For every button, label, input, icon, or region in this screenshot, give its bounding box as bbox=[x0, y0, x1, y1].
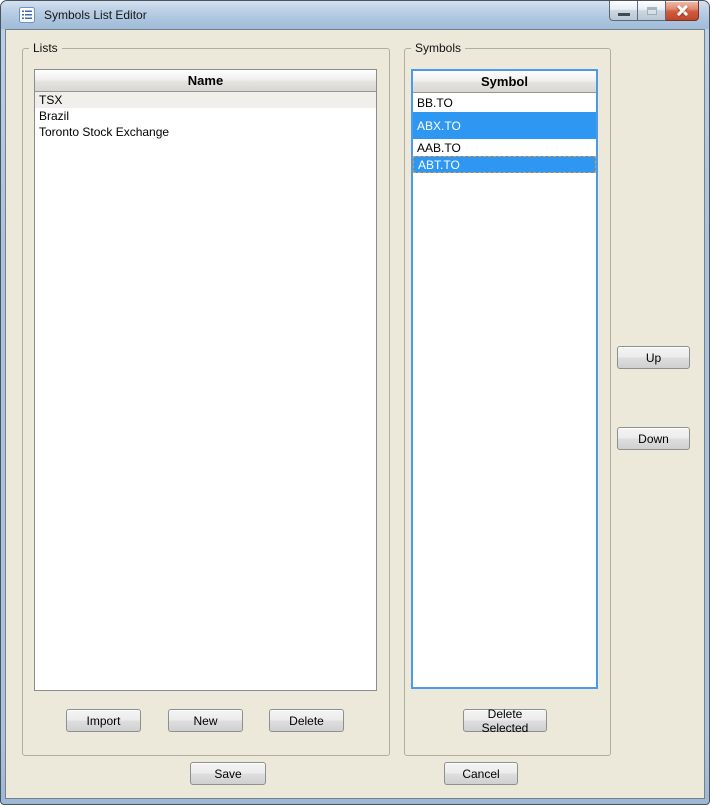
cancel-button[interactable]: Cancel bbox=[444, 762, 518, 785]
minimize-icon bbox=[618, 13, 630, 16]
symbol-row-selected[interactable]: ABX.TO bbox=[413, 112, 596, 139]
lists-group-label: Lists bbox=[29, 41, 62, 56]
symbol-row[interactable]: AAB.TO bbox=[413, 139, 596, 156]
import-button[interactable]: Import bbox=[66, 709, 141, 732]
minimize-button[interactable] bbox=[609, 1, 638, 21]
save-button[interactable]: Save bbox=[190, 762, 266, 785]
symbols-group: Symbols Symbol BB.TO ABX.TO AAB.TO ABT.T… bbox=[404, 48, 611, 756]
titlebar[interactable]: Symbols List Editor bbox=[1, 1, 709, 29]
list-row[interactable]: TSX bbox=[35, 92, 376, 108]
down-button[interactable]: Down bbox=[617, 427, 690, 450]
close-button[interactable] bbox=[666, 1, 699, 21]
maximize-icon bbox=[647, 7, 657, 15]
window-title: Symbols List Editor bbox=[44, 8, 147, 22]
symbols-list-editor-window: Symbols List Editor Lists Name TSX Brazi… bbox=[0, 0, 710, 805]
new-button[interactable]: New bbox=[168, 709, 243, 732]
lists-table-header[interactable]: Name bbox=[35, 70, 376, 92]
symbols-table[interactable]: Symbol BB.TO ABX.TO AAB.TO ABT.TO bbox=[411, 69, 598, 689]
symbol-row-selected-focused[interactable]: ABT.TO bbox=[413, 156, 596, 173]
symbols-group-label: Symbols bbox=[411, 41, 465, 56]
symbol-row[interactable]: BB.TO bbox=[413, 93, 596, 112]
maximize-button[interactable] bbox=[638, 1, 666, 21]
symbols-table-header[interactable]: Symbol bbox=[413, 71, 596, 93]
lists-table[interactable]: Name TSX Brazil Toronto Stock Exchange bbox=[34, 69, 377, 691]
delete-button[interactable]: Delete bbox=[269, 709, 344, 732]
up-button[interactable]: Up bbox=[617, 346, 690, 369]
list-row[interactable]: Toronto Stock Exchange bbox=[35, 124, 376, 140]
window-controls bbox=[609, 1, 699, 21]
delete-selected-button[interactable]: Delete Selected bbox=[463, 709, 547, 732]
lists-group: Lists Name TSX Brazil Toronto Stock Exch… bbox=[22, 48, 390, 756]
dialog-body: Lists Name TSX Brazil Toronto Stock Exch… bbox=[5, 29, 705, 799]
close-icon bbox=[676, 5, 689, 16]
list-icon bbox=[19, 7, 35, 23]
list-row[interactable]: Brazil bbox=[35, 108, 376, 124]
